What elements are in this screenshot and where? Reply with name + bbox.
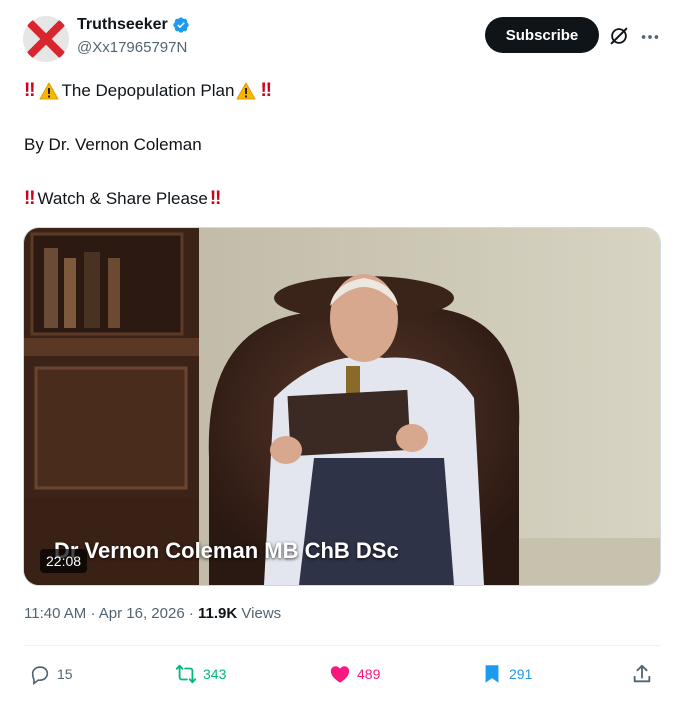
repost-button[interactable]: 343	[175, 660, 226, 688]
grok-icon[interactable]	[608, 25, 630, 47]
post-date[interactable]: Apr 16, 2026	[99, 605, 185, 622]
post-cta-text: Watch & Share Please	[37, 189, 208, 208]
post-header: Truthseeker @Xx17965797N Subscribe	[23, 14, 663, 64]
video-player[interactable]: Dr Vernon Coleman MB ChB DSc 22:08	[23, 227, 661, 586]
post-line-2: By Dr. Vernon Coleman	[24, 135, 202, 154]
post-line-3: ‼ Watch & Share Please ‼	[24, 188, 222, 210]
like-count: 489	[357, 666, 381, 682]
bookmark-button[interactable]: 291	[481, 660, 532, 688]
views-label: Views	[241, 605, 282, 622]
warning-icon	[236, 82, 256, 100]
double-exclamation-icon: ‼	[260, 80, 272, 101]
post-meta: 11:40 AM · Apr 16, 2026 · 11.9K Views	[24, 605, 281, 622]
divider	[23, 645, 661, 646]
reply-button[interactable]: 15	[29, 660, 73, 688]
video-thumbnail	[24, 228, 660, 585]
post-time[interactable]: 11:40 AM	[24, 605, 86, 622]
like-button[interactable]: 489	[329, 660, 380, 688]
double-exclamation-icon: ‼	[24, 80, 36, 101]
author-info: Truthseeker @Xx17965797N	[77, 14, 190, 56]
post-line-1: ‼ The Depopulation Plan ‼	[24, 80, 272, 102]
more-icon[interactable]	[639, 26, 661, 48]
avatar[interactable]	[23, 16, 69, 62]
repost-icon	[175, 664, 197, 684]
video-duration: 22:08	[40, 549, 88, 573]
bookmark-count: 291	[509, 666, 533, 682]
like-icon	[330, 666, 350, 683]
share-icon	[633, 664, 651, 683]
meta-separator: ·	[188, 605, 194, 622]
warning-icon	[39, 82, 59, 100]
reply-icon	[31, 666, 49, 685]
post-title-text: The Depopulation Plan	[61, 81, 235, 100]
views-count: 11.9K	[198, 605, 238, 622]
share-button[interactable]	[631, 660, 653, 688]
bookmark-icon	[485, 665, 499, 683]
action-bar: 15 343 489 291	[23, 660, 663, 690]
verified-icon	[173, 17, 189, 33]
double-exclamation-icon: ‼	[24, 188, 36, 209]
meta-separator: ·	[90, 605, 96, 622]
subscribe-button[interactable]: Subscribe	[485, 17, 599, 53]
repost-count: 343	[203, 666, 227, 682]
reply-count: 15	[57, 666, 73, 682]
author-handle[interactable]: @Xx17965797N	[77, 39, 190, 56]
double-exclamation-icon: ‼	[209, 188, 222, 209]
video-caption: Dr Vernon Coleman MB ChB DSc	[54, 538, 399, 563]
author-display-name[interactable]: Truthseeker	[77, 16, 168, 34]
avatar-x-icon	[23, 16, 69, 62]
